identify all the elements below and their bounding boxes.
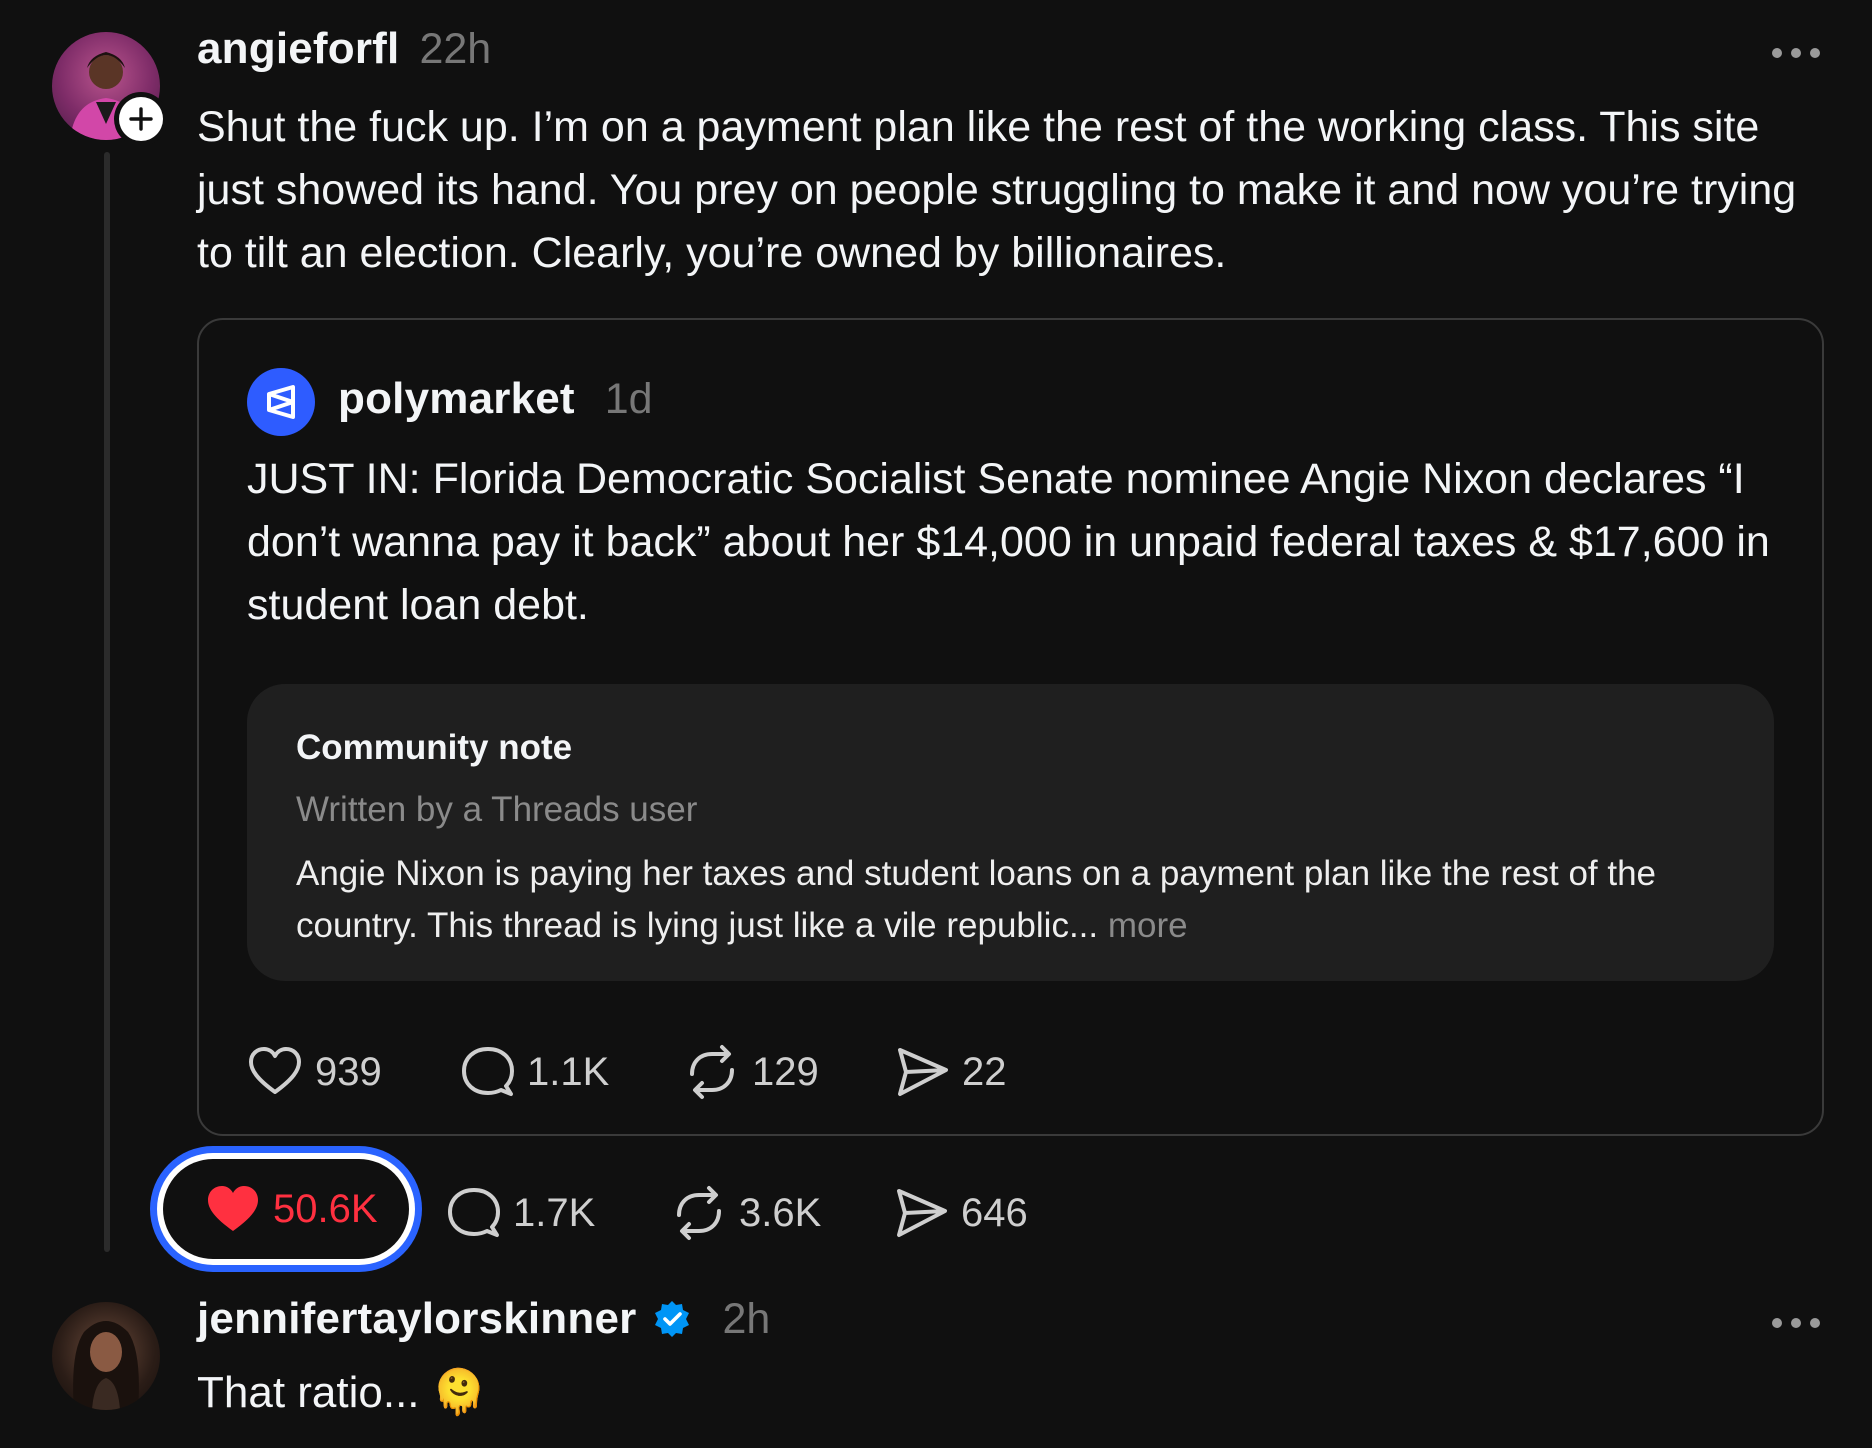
reply-text: That ratio... 🫠 <box>197 1368 487 1417</box>
quote-comment-button[interactable]: 1.1K <box>461 1044 609 1100</box>
post-comment-count: 1.7K <box>513 1190 596 1235</box>
verified-badge-icon <box>655 1301 690 1337</box>
comment-icon <box>448 1188 500 1237</box>
quote-timestamp: 1d <box>604 375 653 423</box>
polymarket-avatar[interactable] <box>247 368 315 436</box>
reply-more-button[interactable] <box>1772 1318 1820 1328</box>
quote-like-count: 939 <box>315 1049 382 1094</box>
community-note-text: Angie Nixon is paying her taxes and stud… <box>296 854 1657 945</box>
share-icon <box>897 1189 947 1237</box>
community-note-more-link[interactable]: more <box>1108 906 1188 945</box>
quote-username[interactable]: polymarket <box>338 374 575 424</box>
quote-repost-button[interactable]: 129 <box>684 1044 819 1100</box>
community-note-title: Community note <box>296 728 573 767</box>
reply-header: jennifertaylorskinner 2h <box>197 1294 770 1344</box>
heart-icon <box>249 1047 301 1094</box>
post-header: angieforfl 22h <box>197 24 491 74</box>
quote-text: JUST IN: Florida Democratic Socialist Se… <box>247 455 1770 629</box>
share-icon <box>898 1048 948 1096</box>
repost-icon <box>690 1045 734 1099</box>
thread-line <box>104 152 110 1252</box>
post-share-button[interactable]: 646 <box>895 1185 1028 1241</box>
post-text: Shut the fuck up. I’m on a payment plan … <box>197 103 1797 277</box>
post-comment-button[interactable]: 1.7K <box>447 1185 595 1241</box>
post-username[interactable]: angieforfl <box>197 24 399 74</box>
reply-timestamp: 2h <box>722 1294 771 1343</box>
post-like-button[interactable]: 50.6K <box>150 1146 422 1272</box>
comment-icon <box>462 1047 514 1096</box>
post-repost-button[interactable]: 3.6K <box>671 1185 821 1241</box>
reply-username[interactable]: jennifertaylorskinner <box>197 1294 636 1344</box>
post-share-count: 646 <box>961 1190 1028 1235</box>
quote-header: polymarket 1d <box>338 374 653 424</box>
quote-comment-count: 1.1K <box>527 1049 610 1094</box>
post-timestamp: 22h <box>419 25 492 73</box>
polymarket-logo-icon <box>267 385 295 419</box>
post-more-button[interactable] <box>1772 48 1820 58</box>
avatar-jennifertaylorskinner[interactable] <box>52 1302 160 1410</box>
quote-repost-count: 129 <box>752 1049 819 1094</box>
repost-icon <box>677 1186 721 1240</box>
heart-filled-icon <box>208 1186 258 1231</box>
follow-button[interactable] <box>114 92 168 146</box>
community-note-subtitle: Written by a Threads user <box>296 790 698 829</box>
post-like-count: 50.6K <box>273 1186 378 1231</box>
post-repost-count: 3.6K <box>739 1190 822 1235</box>
avatar-portrait-icon <box>73 1321 139 1410</box>
more-icon <box>1772 1318 1782 1328</box>
community-note-body: Angie Nixon is paying her taxes and stud… <box>296 848 1736 952</box>
more-icon <box>1772 48 1782 58</box>
quote-like-button[interactable]: 939 <box>247 1044 382 1100</box>
quote-share-button[interactable]: 22 <box>896 1044 1007 1100</box>
plus-icon <box>129 107 153 131</box>
quote-share-count: 22 <box>962 1049 1007 1094</box>
